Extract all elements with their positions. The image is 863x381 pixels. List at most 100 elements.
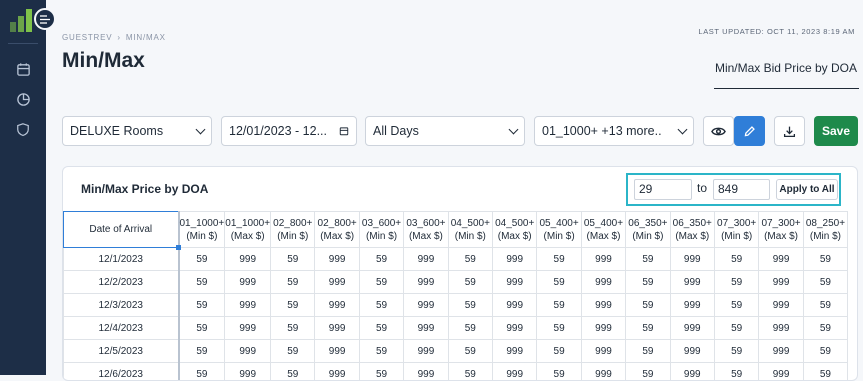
price-cell[interactable]: 59 — [448, 340, 492, 363]
price-cell[interactable]: 59 — [448, 271, 492, 294]
price-cell[interactable]: 59 — [626, 248, 670, 271]
column-header[interactable]: 06_350+(Min $) — [626, 212, 670, 248]
price-cell[interactable]: 999 — [581, 317, 625, 340]
sidebar-toggle-button[interactable] — [34, 8, 56, 30]
column-header[interactable]: 07_300+(Min $) — [714, 212, 758, 248]
price-cell[interactable]: 999 — [404, 363, 448, 381]
price-cell[interactable]: 999 — [315, 294, 359, 317]
price-cell[interactable]: 59 — [179, 271, 225, 294]
rate-codes-select[interactable]: 01_1000+ +13 more.. — [534, 116, 694, 146]
price-cell[interactable]: 999 — [581, 363, 625, 381]
price-cell[interactable]: 59 — [271, 248, 315, 271]
price-cell[interactable]: 999 — [315, 248, 359, 271]
price-cell[interactable]: 999 — [404, 317, 448, 340]
price-cell[interactable]: 999 — [493, 271, 537, 294]
breadcrumb-parent[interactable]: GUESTREV — [62, 33, 112, 42]
price-cell[interactable]: 59 — [271, 271, 315, 294]
price-cell[interactable]: 59 — [359, 317, 403, 340]
date-of-arrival-header[interactable]: Date of Arrival — [64, 212, 179, 248]
price-cell[interactable]: 999 — [670, 363, 714, 381]
price-cell[interactable]: 999 — [315, 340, 359, 363]
pie-chart-icon[interactable] — [13, 89, 33, 109]
price-cell[interactable]: 999 — [670, 294, 714, 317]
price-cell[interactable]: 59 — [537, 363, 581, 381]
price-cell[interactable]: 59 — [537, 340, 581, 363]
price-cell[interactable]: 999 — [493, 294, 537, 317]
price-cell[interactable]: 59 — [714, 340, 758, 363]
price-cell[interactable]: 999 — [670, 340, 714, 363]
download-button[interactable] — [774, 116, 805, 146]
price-cell[interactable]: 999 — [225, 294, 271, 317]
price-cell[interactable]: 59 — [179, 294, 225, 317]
column-header[interactable]: 06_350+(Max $) — [670, 212, 714, 248]
selection-handle[interactable] — [176, 245, 181, 250]
price-cell[interactable]: 999 — [225, 340, 271, 363]
range-min-input[interactable]: 29 — [634, 179, 692, 200]
price-cell[interactable]: 999 — [581, 271, 625, 294]
column-header[interactable]: 03_600+(Max $) — [404, 212, 448, 248]
price-cell[interactable]: 999 — [493, 317, 537, 340]
price-cell[interactable]: 59 — [179, 363, 225, 381]
price-cell[interactable]: 59 — [359, 248, 403, 271]
price-cell[interactable]: 59 — [359, 363, 403, 381]
price-cell[interactable]: 999 — [404, 248, 448, 271]
price-cell[interactable]: 59 — [803, 248, 847, 271]
price-cell[interactable]: 59 — [271, 294, 315, 317]
price-cell[interactable]: 59 — [714, 248, 758, 271]
price-cell[interactable]: 999 — [315, 317, 359, 340]
column-header[interactable]: 05_400+(Min $) — [537, 212, 581, 248]
column-header[interactable]: 03_600+(Min $) — [359, 212, 403, 248]
price-cell[interactable]: 999 — [404, 271, 448, 294]
price-cell[interactable]: 999 — [670, 317, 714, 340]
price-cell[interactable]: 999 — [670, 271, 714, 294]
price-cell[interactable]: 999 — [493, 340, 537, 363]
range-max-input[interactable]: 849 — [713, 179, 770, 200]
price-cell[interactable]: 59 — [271, 363, 315, 381]
price-cell[interactable]: 59 — [626, 363, 670, 381]
price-cell[interactable]: 999 — [759, 317, 803, 340]
price-cell[interactable]: 999 — [493, 363, 537, 381]
column-header[interactable]: 02_800+(Max $) — [315, 212, 359, 248]
price-cell[interactable]: 59 — [448, 248, 492, 271]
price-cell[interactable]: 999 — [225, 317, 271, 340]
edit-button[interactable] — [734, 116, 765, 146]
column-header[interactable]: 04_500+(Min $) — [448, 212, 492, 248]
price-cell[interactable]: 999 — [759, 363, 803, 381]
price-cell[interactable]: 59 — [714, 271, 758, 294]
shield-icon[interactable] — [13, 119, 33, 139]
calendar-icon[interactable] — [13, 59, 33, 79]
save-button[interactable]: Save — [814, 116, 858, 146]
price-cell[interactable]: 999 — [493, 248, 537, 271]
price-cell[interactable]: 59 — [359, 340, 403, 363]
column-header[interactable]: 01_1000+(Min $) — [179, 212, 225, 248]
price-cell[interactable]: 59 — [271, 340, 315, 363]
price-cell[interactable]: 59 — [803, 317, 847, 340]
price-cell[interactable]: 59 — [271, 317, 315, 340]
days-select[interactable]: All Days — [365, 116, 525, 146]
date-range-picker[interactable]: 12/01/2023 - 12... — [221, 116, 357, 146]
price-cell[interactable]: 59 — [803, 340, 847, 363]
app-logo[interactable] — [10, 8, 34, 32]
price-cell[interactable]: 59 — [537, 271, 581, 294]
price-cell[interactable]: 999 — [225, 363, 271, 381]
price-cell[interactable]: 999 — [759, 340, 803, 363]
column-header[interactable]: 01_1000+(Max $) — [225, 212, 271, 248]
price-cell[interactable]: 59 — [448, 363, 492, 381]
price-cell[interactable]: 59 — [626, 294, 670, 317]
price-cell[interactable]: 999 — [581, 248, 625, 271]
price-cell[interactable]: 59 — [359, 294, 403, 317]
price-cell[interactable]: 59 — [448, 317, 492, 340]
price-cell[interactable]: 59 — [537, 248, 581, 271]
price-cell[interactable]: 999 — [670, 248, 714, 271]
view-button[interactable] — [703, 116, 734, 146]
price-cell[interactable]: 59 — [359, 271, 403, 294]
column-header[interactable]: 05_400+(Max $) — [581, 212, 625, 248]
price-cell[interactable]: 999 — [759, 294, 803, 317]
price-cell[interactable]: 59 — [803, 271, 847, 294]
room-type-select[interactable]: DELUXE Rooms — [62, 116, 212, 146]
column-header[interactable]: 02_800+(Min $) — [271, 212, 315, 248]
price-cell[interactable]: 999 — [225, 248, 271, 271]
price-cell[interactable]: 999 — [315, 271, 359, 294]
column-header[interactable]: 07_300+(Max $) — [759, 212, 803, 248]
price-cell[interactable]: 999 — [404, 294, 448, 317]
